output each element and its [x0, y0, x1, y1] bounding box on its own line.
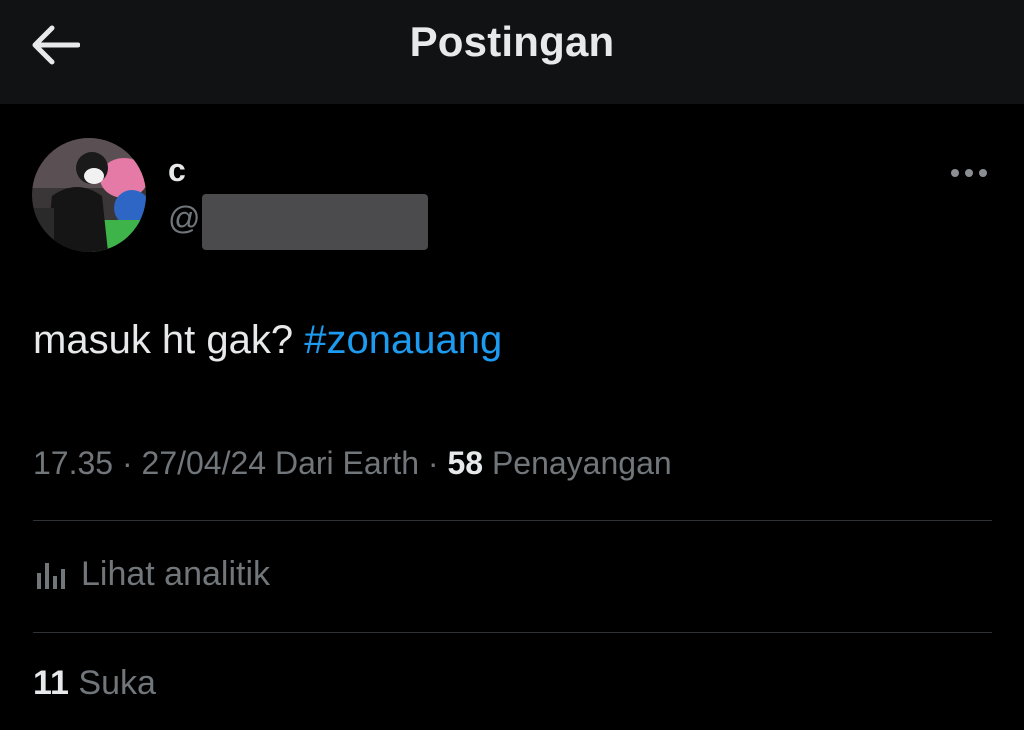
- analytics-label: Lihat analitik: [81, 554, 271, 593]
- divider: [33, 632, 992, 633]
- meta-separator: ·: [427, 445, 439, 481]
- likes-count: 11: [33, 664, 69, 702]
- likes-label: Suka: [78, 664, 156, 702]
- redacted-handle: [202, 194, 428, 250]
- meta-separator: ·: [121, 445, 133, 481]
- analytics-bar-chart-icon: [37, 563, 65, 589]
- post-body: masuk ht gak?: [33, 318, 294, 362]
- author-handle-prefix: @: [168, 200, 201, 236]
- post-text: masuk ht gak? #zonauang: [33, 318, 502, 363]
- avatar-photo-icon: [32, 138, 146, 252]
- more-dot: [965, 169, 973, 177]
- divider: [33, 520, 992, 521]
- page-title: Postingan: [409, 18, 615, 65]
- view-analytics-button[interactable]: Lihat analitik: [33, 550, 270, 598]
- post-date: 27/04/24: [141, 445, 267, 481]
- more-options-button[interactable]: [944, 158, 994, 188]
- likes-summary[interactable]: 11 Suka: [33, 664, 156, 703]
- post-meta: 17.35 · 27/04/24 Dari Earth · 58 Penayan…: [33, 445, 672, 482]
- avatar[interactable]: [32, 138, 146, 252]
- more-dot: [979, 169, 987, 177]
- author-display-name[interactable]: c: [168, 152, 186, 189]
- views-label: Penayangan: [491, 445, 672, 481]
- more-dot: [951, 169, 959, 177]
- post-source: Dari Earth: [274, 445, 420, 481]
- views-count: 58: [447, 445, 484, 481]
- post-time: 17.35: [33, 445, 114, 481]
- hashtag-link[interactable]: #zonauang: [304, 318, 502, 362]
- top-bar: Postingan: [0, 0, 1024, 104]
